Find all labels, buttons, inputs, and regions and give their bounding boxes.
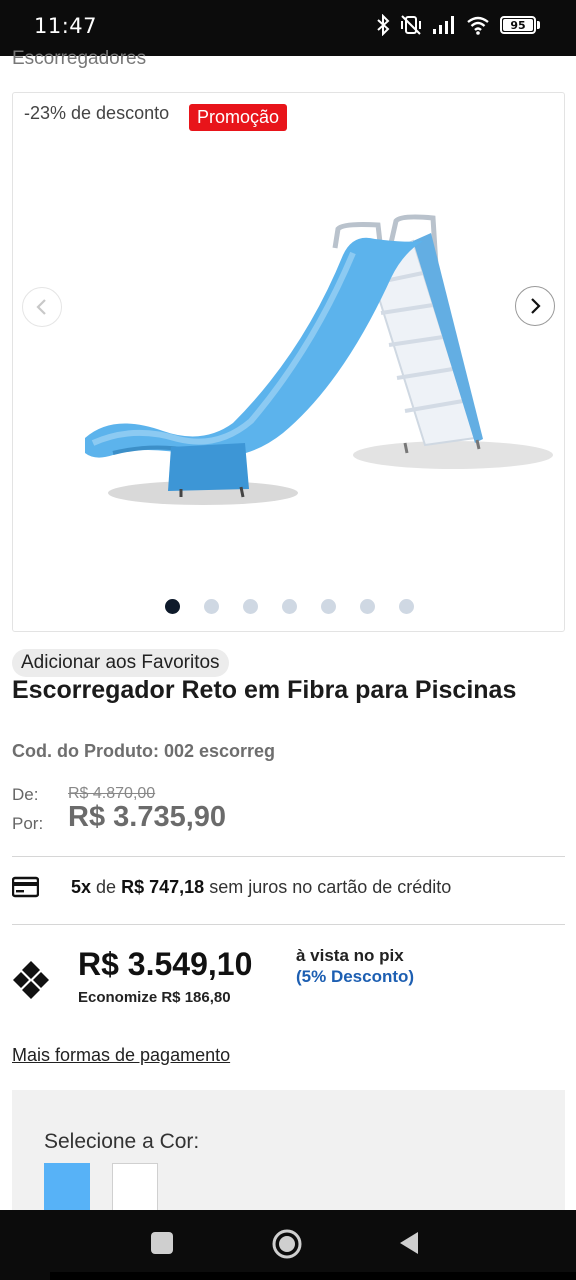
product-image [85, 214, 553, 505]
installment-count: 5x [71, 876, 92, 897]
back-button[interactable] [398, 1230, 420, 1256]
status-time: 11:47 [34, 14, 98, 38]
current-price: R$ 3.735,90 [68, 801, 227, 833]
carousel-dots [165, 599, 414, 614]
previous-image-button[interactable] [22, 287, 62, 327]
carousel-dot[interactable] [321, 599, 336, 614]
chevron-left-icon [36, 299, 46, 315]
next-image-button[interactable] [515, 286, 555, 326]
color-selector-label: Selecione a Cor: [44, 1130, 200, 1153]
gesture-strip [50, 1272, 576, 1280]
color-swatch-blue[interactable] [44, 1163, 90, 1213]
pix-price: R$ 3.549,10 [78, 946, 253, 982]
divider [12, 856, 565, 857]
wifi-icon [467, 16, 489, 35]
battery-level: 95 [503, 19, 533, 32]
color-swatch-white[interactable] [112, 1163, 158, 1213]
discount-label: -23% de desconto [24, 103, 170, 123]
recent-apps-button[interactable] [151, 1232, 173, 1254]
product-title: Escorregador Reto em Fibra para Piscinas [12, 676, 517, 704]
pix-savings: Economize R$ 186,80 [78, 989, 231, 1006]
credit-card-icon [12, 876, 39, 898]
status-icons: 95 [376, 14, 540, 36]
old-price-label: De: [12, 785, 39, 804]
more-payment-options-link[interactable]: Mais formas de pagamento [12, 1045, 230, 1066]
system-nav-bar [0, 1210, 576, 1280]
bluetooth-icon [377, 14, 390, 36]
installment-de: de [96, 876, 117, 897]
price-label: Por: [12, 814, 44, 833]
installment-value: R$ 747,18 [121, 876, 205, 897]
home-button[interactable] [271, 1228, 303, 1260]
carousel-dot[interactable] [360, 599, 375, 614]
carousel-dot[interactable] [243, 599, 258, 614]
product-code: Cod. do Produto: 002 escorreg [12, 741, 276, 761]
color-selector: Selecione a Cor: [12, 1090, 565, 1230]
carousel-dot[interactable] [165, 599, 180, 614]
signal-icon [433, 16, 454, 34]
breadcrumb[interactable]: Escorregadores [12, 48, 146, 70]
product-gallery[interactable]: -23% de desconto Promoção [12, 92, 565, 632]
carousel-dot[interactable] [204, 599, 219, 614]
installment-info: 5x de R$ 747,18 sem juros no cartão de c… [12, 876, 451, 898]
battery-icon: 95 [500, 16, 540, 34]
divider [12, 924, 565, 925]
add-to-favorites-button[interactable]: Adicionar aos Favoritos [12, 649, 229, 677]
pix-discount: (5% Desconto) [296, 967, 415, 986]
installment-terms: sem juros no cartão de crédito [209, 876, 452, 897]
chevron-right-icon [531, 298, 541, 314]
pix-icon [13, 961, 49, 999]
carousel-dot[interactable] [399, 599, 414, 614]
vibrate-off-icon [401, 15, 421, 35]
promo-badge: Promoção [189, 104, 288, 131]
pix-label: à vista no pix [296, 946, 404, 965]
carousel-dot[interactable] [282, 599, 297, 614]
